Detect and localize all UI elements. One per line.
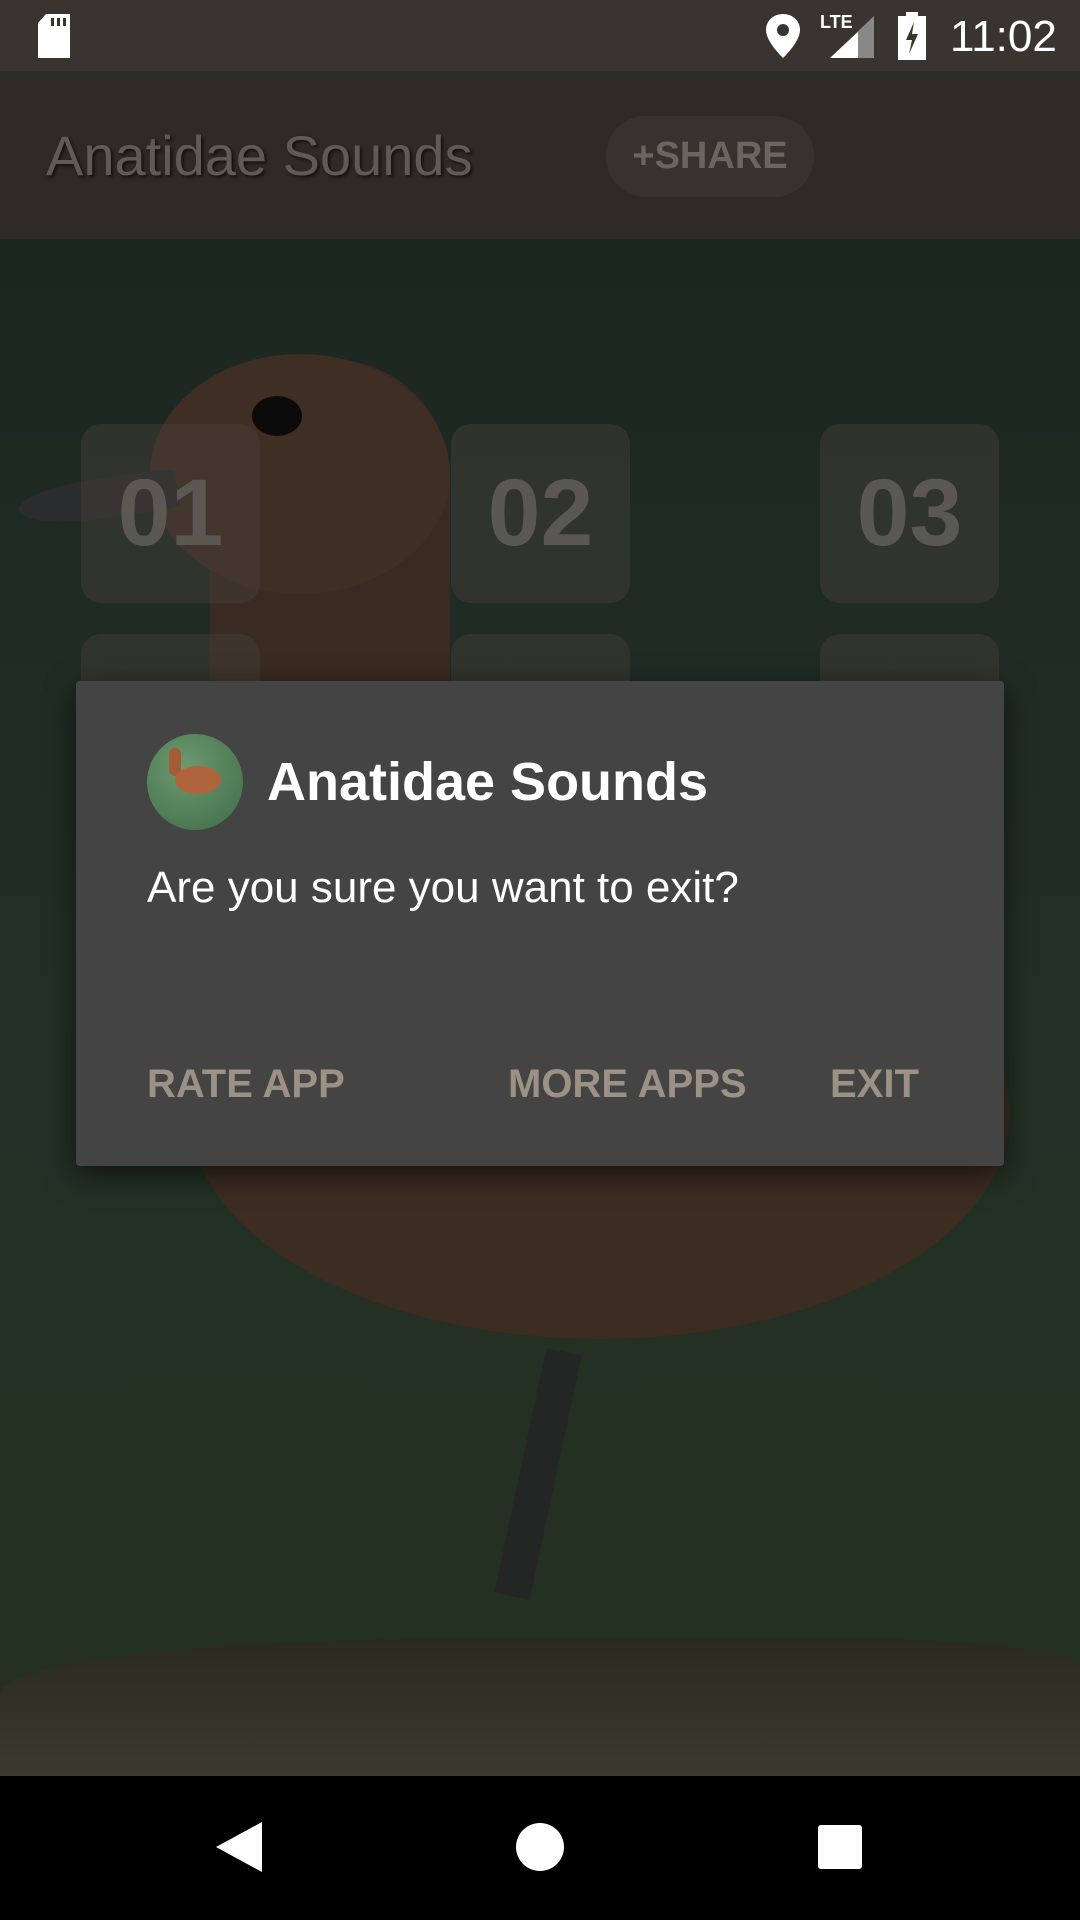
sd-card-icon bbox=[38, 14, 70, 58]
sound-tile-01[interactable]: 01 bbox=[81, 424, 260, 603]
home-icon[interactable] bbox=[515, 1822, 565, 1872]
sound-tile-03[interactable]: 03 bbox=[820, 424, 999, 603]
sound-tile-02[interactable]: 02 bbox=[451, 424, 630, 603]
exit-button[interactable]: EXIT bbox=[830, 1062, 919, 1107]
back-icon[interactable] bbox=[216, 1822, 262, 1872]
battery-charging-icon bbox=[898, 12, 926, 60]
app-bar: Anatidae Sounds +SHARE bbox=[0, 71, 1080, 239]
navigation-bar bbox=[0, 1776, 1080, 1920]
share-button[interactable]: +SHARE bbox=[606, 116, 814, 197]
signal-icon bbox=[830, 16, 874, 58]
app-title: Anatidae Sounds bbox=[46, 124, 473, 187]
dialog-title: Anatidae Sounds bbox=[267, 752, 709, 812]
status-bar: LTE 11:02 bbox=[0, 0, 1080, 71]
location-icon bbox=[766, 14, 800, 58]
dialog-message: Are you sure you want to exit? bbox=[147, 863, 739, 912]
more-apps-button[interactable]: MORE APPS bbox=[508, 1062, 747, 1107]
clock: 11:02 bbox=[950, 12, 1057, 61]
recents-icon[interactable] bbox=[818, 1825, 862, 1869]
app-icon bbox=[147, 734, 243, 830]
rate-app-button[interactable]: RATE APP bbox=[147, 1062, 345, 1107]
exit-dialog: Anatidae Sounds Are you sure you want to… bbox=[76, 681, 1004, 1166]
